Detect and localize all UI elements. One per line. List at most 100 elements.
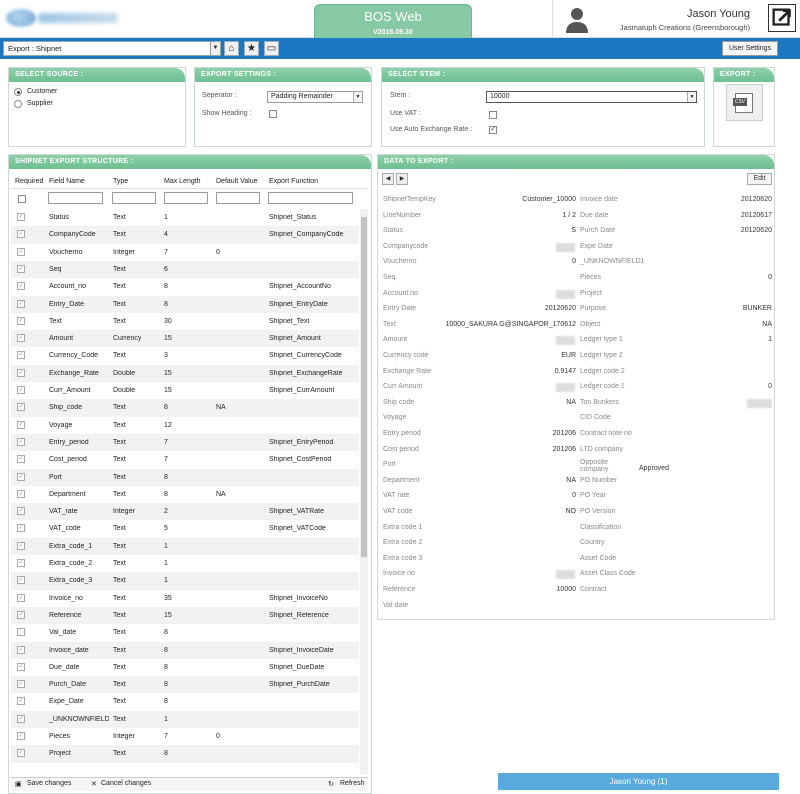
home-icon[interactable]: ⌂ [224, 41, 239, 56]
prev-record-icon[interactable]: ◀ [382, 173, 394, 185]
required-checkbox[interactable]: ✓ [17, 524, 25, 533]
table-row[interactable]: ✓ Cost_period Text 7 Shipnet_CostPeriod [11, 451, 359, 468]
table-row[interactable]: ✓ Purch_Date Text 8 Shipnet_PurchDate [11, 676, 359, 694]
table-row[interactable]: ✓ Account_no Text 8 Shipnet_AccountNo [11, 278, 359, 295]
session-status-bar[interactable]: Jason Young (1) [498, 773, 779, 790]
open-external-icon[interactable] [768, 4, 796, 32]
table-row[interactable]: ✓ Extra_code_2 Text 1 [11, 555, 359, 572]
table-row[interactable]: ✓ Pieces Integer 7 0 [11, 728, 359, 745]
required-checkbox[interactable]: ✓ [17, 420, 25, 429]
required-checkbox[interactable]: ✓ [17, 334, 25, 343]
required-checkbox[interactable]: ✓ [17, 316, 25, 325]
required-checkbox[interactable]: ✓ [17, 437, 25, 446]
max-length-cell: 8 [164, 681, 168, 689]
table-row[interactable]: ✓ VAT_rate Integer 2 Shipnet_VATRate [11, 503, 359, 521]
separator-select[interactable]: Padding Remainder ▼ [267, 91, 363, 103]
table-row[interactable]: ✓ _UNKNOWNFIELD Text 1 [11, 710, 359, 728]
required-checkbox[interactable]: ✓ [17, 351, 25, 360]
table-row[interactable]: ✓ Extra_code_3 Text 1 [11, 572, 359, 590]
vertical-scrollbar[interactable] [360, 209, 368, 774]
data-value: 0 [768, 274, 772, 281]
show-heading-checkbox[interactable] [269, 110, 277, 118]
table-row[interactable]: ✓ CompanyCode Text 4 Shipnet_CompanyCode [11, 226, 359, 244]
required-checkbox[interactable]: ✓ [17, 559, 25, 567]
cancel-changes-button[interactable]: Cancel changes [101, 780, 151, 787]
table-row[interactable]: ✓ Amount Currency 15 Shipnet_Amount [11, 330, 359, 348]
stem-select[interactable]: 10000 ▼ [486, 91, 697, 103]
table-row[interactable]: ✓ Entry_Date Text 8 Shipnet_EntryDate [11, 295, 359, 313]
filter-max-length[interactable] [164, 192, 208, 204]
table-row[interactable]: ✓ Extra_code_1 Text 1 [11, 537, 359, 555]
table-row[interactable]: ✓ Text Text 30 Shipnet_Text [11, 313, 359, 330]
save-changes-button[interactable]: Save changes [27, 780, 71, 787]
table-row[interactable]: ✓ Ship_code Text 8 NA [11, 399, 359, 417]
customer-radio[interactable] [14, 88, 22, 96]
required-checkbox[interactable]: ✓ [17, 299, 25, 308]
scrollbar-thumb[interactable] [361, 217, 367, 557]
edit-button[interactable]: Edit [747, 173, 772, 185]
table-row[interactable]: ✓ VAT_code Text 5 Shipnet_VATCode [11, 520, 359, 537]
required-checkbox[interactable]: ✓ [17, 749, 25, 758]
required-checkbox[interactable]: ✓ [17, 386, 25, 394]
table-row[interactable]: ✓ Invoice_no Text 35 Shipnet_InvoiceNo [11, 590, 359, 607]
table-row[interactable]: ✓ Entry_period Text 7 Shipnet_EntryPeriod [11, 433, 359, 452]
window-icon[interactable]: ▭ [264, 41, 279, 56]
table-row[interactable]: ✓ Voucherno Integer 7 0 [11, 244, 359, 261]
required-checkbox[interactable]: ✓ [17, 593, 25, 602]
export-function-cell: Shipnet_CostPeriod [269, 456, 332, 464]
required-checkbox[interactable]: ✓ [17, 489, 25, 498]
required-checkbox[interactable]: ✓ [17, 732, 25, 740]
required-checkbox[interactable]: ✓ [17, 541, 25, 550]
table-row[interactable]: ✓ Currency_Code Text 3 Shipnet_CurrencyCode [11, 347, 359, 364]
refresh-button[interactable]: Refresh [340, 780, 365, 787]
export-function-cell: Shipnet_AccountNo [269, 283, 331, 291]
table-row[interactable]: ✓ Seq Text 6 [11, 260, 359, 279]
table-row[interactable]: ✓ Reference Text 15 Shipnet_Reference [11, 606, 359, 625]
supplier-radio[interactable] [14, 100, 22, 108]
filter-type[interactable] [112, 192, 156, 204]
type-cell: Text [113, 317, 126, 325]
required-checkbox[interactable]: ✓ [17, 455, 25, 464]
table-row[interactable]: ✓ Status Text 1 Shipnet_Status [11, 209, 359, 226]
user-name: Jason Young [686, 8, 750, 20]
required-checkbox[interactable]: ✓ [17, 714, 25, 723]
csv-export-button[interactable]: CSV [726, 84, 763, 121]
required-checkbox[interactable]: ✓ [17, 472, 25, 481]
star-icon[interactable]: ★ [244, 41, 259, 56]
table-row[interactable]: ✓ Exchange_Rate Double 15 Shipnet_ExchangeRa… [11, 364, 359, 382]
required-checkbox[interactable]: ✓ [17, 645, 25, 654]
table-row[interactable]: ✓ Port Text 8 [11, 468, 359, 486]
next-record-icon[interactable]: ▶ [396, 173, 408, 185]
required-checkbox[interactable]: ✓ [17, 697, 25, 706]
table-row[interactable]: ✓ Voyage Text 12 [11, 417, 359, 434]
required-checkbox[interactable]: ✓ [17, 507, 25, 516]
table-row[interactable]: ✓ Expe_Date Text 8 [11, 693, 359, 710]
filter-export-function[interactable] [268, 192, 353, 204]
required-checkbox[interactable]: ✓ [17, 680, 25, 689]
field-name-cell: Due_date [49, 663, 80, 671]
required-checkbox[interactable]: ✓ [17, 368, 25, 377]
required-checkbox[interactable] [17, 628, 25, 637]
required-checkbox[interactable]: ✓ [17, 264, 25, 273]
select-all-checkbox[interactable] [18, 195, 26, 203]
required-checkbox[interactable]: ✓ [17, 576, 25, 585]
table-row[interactable]: ✓ Due_date Text 8 Shipnet_DueDate [11, 659, 359, 676]
use-vat-checkbox[interactable] [489, 111, 497, 119]
required-checkbox[interactable]: ✓ [17, 230, 25, 239]
table-row[interactable]: ✓ Department Text 8 NA [11, 486, 359, 503]
export-select[interactable]: Export : Shipnet ▼ [3, 41, 221, 56]
required-checkbox[interactable]: ✓ [17, 662, 25, 671]
table-row[interactable]: ✓ Project Text 8 [11, 745, 359, 763]
use-auto-exchange-checkbox[interactable]: ✓ [489, 126, 497, 134]
required-checkbox[interactable]: ✓ [17, 403, 25, 412]
required-checkbox[interactable]: ✓ [17, 610, 25, 619]
table-row[interactable]: Val_date Text 8 [11, 624, 359, 641]
required-checkbox[interactable]: ✓ [17, 213, 25, 221]
required-checkbox[interactable]: ✓ [17, 247, 25, 256]
filter-field-name[interactable] [48, 192, 103, 204]
table-row[interactable]: ✓ Curr_Amount Double 15 Shipnet_CurrAmount [11, 382, 359, 399]
user-settings-button[interactable]: User Settings [722, 41, 778, 56]
table-row[interactable]: ✓ Invoice_date Text 8 Shipnet_InvoiceDate [11, 641, 359, 659]
required-checkbox[interactable]: ✓ [17, 282, 25, 291]
filter-default-value[interactable] [216, 192, 260, 204]
